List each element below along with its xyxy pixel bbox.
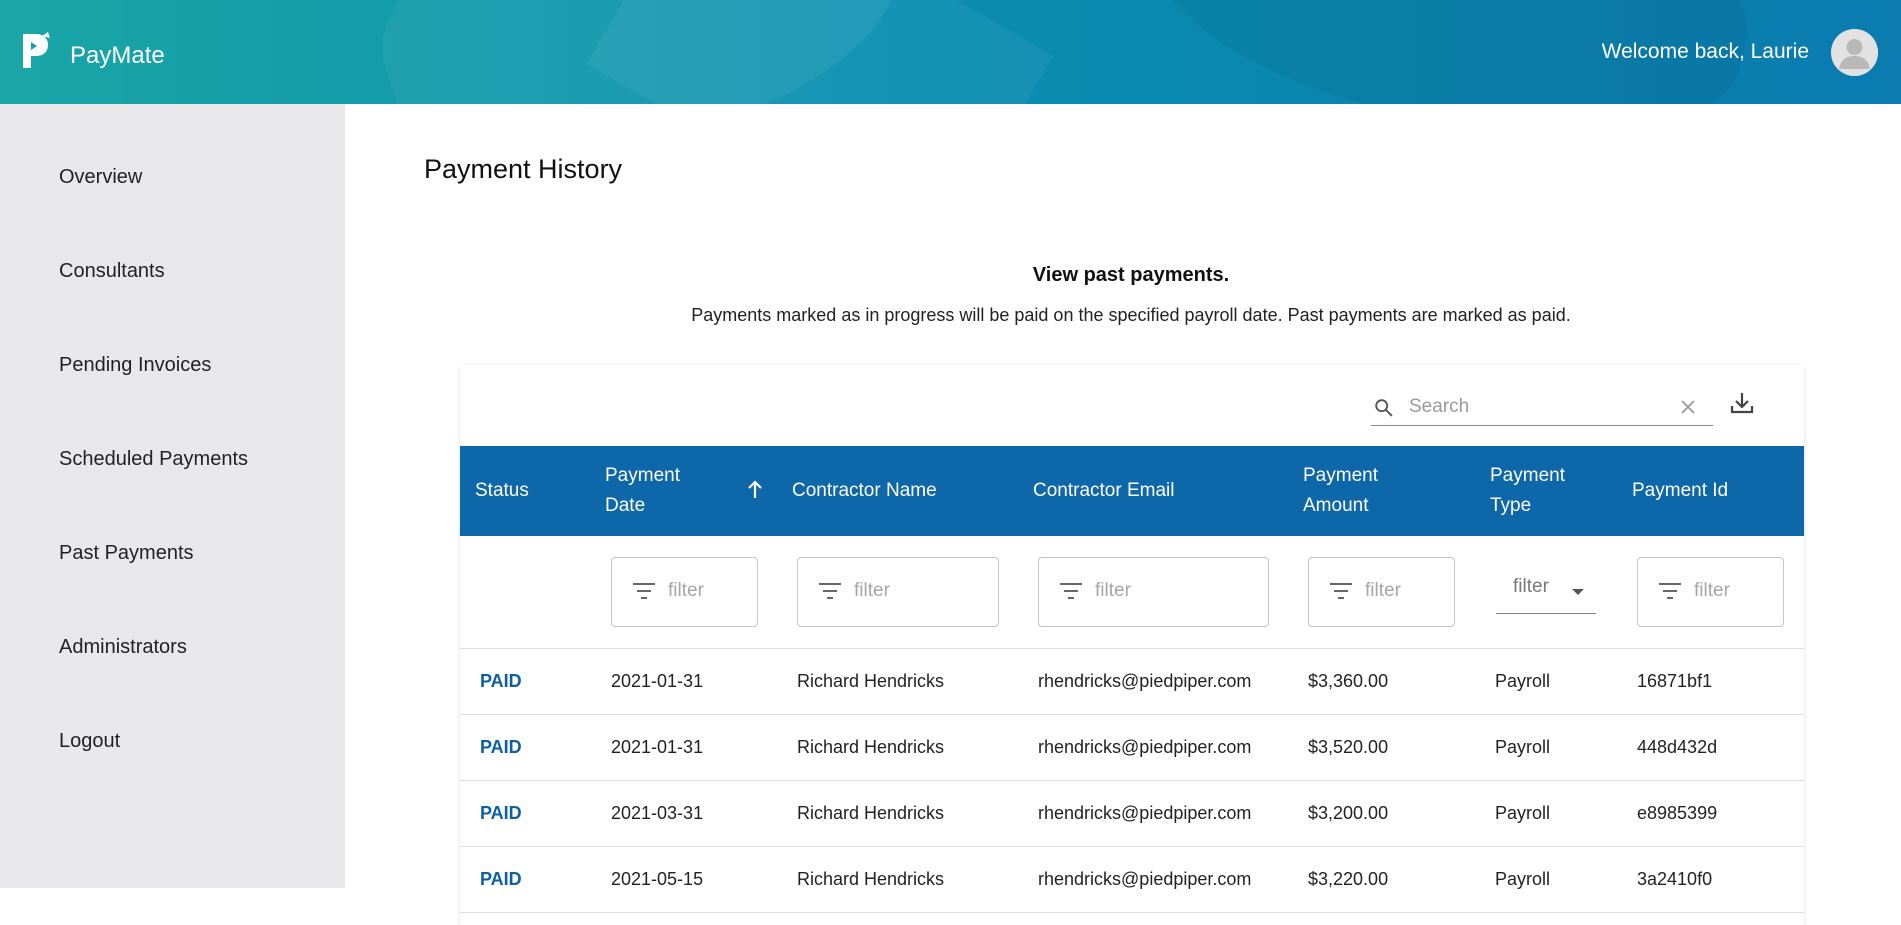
welcome-message: Welcome back, Laurie [1601,40,1809,63]
contractor-name-cell: Richard Hendricks [797,803,945,823]
top-bar: PayMate Welcome back, Laurie [0,0,1901,104]
table-row[interactable]: PAID 2021-03-31 Richard Hendricks rhendr… [460,781,1804,847]
contractor-name-cell: Richard Hendricks [797,737,945,757]
table-row[interactable]: PAID 2021-01-31 Richard Hendricks rhendr… [460,649,1804,715]
search-field[interactable] [1371,389,1713,426]
column-header-contractor-email[interactable]: Contractor Email [1033,476,1175,506]
filter-placeholder: filter [1095,580,1131,601]
payment-type-filter-select[interactable]: filter [1496,573,1596,614]
payment-date-filter[interactable]: filter [611,557,758,627]
payment-date-cell: 2021-03-31 [611,803,704,823]
table-row[interactable]: PAID 2021-01-31 Richard Hendricks rhendr… [460,715,1804,781]
filter-list-icon [1059,582,1083,605]
payments-table-card: Status PaymentDate Contractor Name Contr… [460,365,1804,925]
main-content: Payment History View past payments. Paym… [345,104,1901,925]
page-title: Payment History [424,154,623,184]
payment-id-cell: 448d432d [1637,737,1718,757]
filter-placeholder: filter [668,580,704,601]
payment-amount-cell: $3,360.00 [1308,671,1389,691]
status-link[interactable]: PAID [480,671,522,692]
payment-id-filter[interactable]: filter [1637,557,1784,627]
sidebar-item-administrators[interactable]: Administrators [59,636,187,659]
filter-placeholder: filter [1694,580,1730,601]
contractor-name-filter[interactable]: filter [797,557,999,627]
payment-id-cell: e8985399 [1637,803,1718,823]
close-icon[interactable] [1679,398,1697,421]
sidebar-item-consultants[interactable]: Consultants [59,260,165,283]
section-description: Payments marked as in progress will be p… [691,305,1571,325]
payment-amount-cell: $3,200.00 [1308,803,1389,823]
contractor-email-cell: rhendricks@piedpiper.com [1038,737,1252,757]
payment-type-cell: Payroll [1495,671,1551,691]
payment-type-cell: Payroll [1495,803,1551,823]
sidebar-item-logout[interactable]: Logout [59,730,120,753]
filter-row: filter filter filter filter filter filte… [460,536,1804,649]
filter-placeholder: filter [1513,576,1549,597]
section-heading: View past payments. [1032,264,1230,286]
contractor-email-cell: rhendricks@piedpiper.com [1038,869,1252,889]
contractor-name-cell: Richard Hendricks [797,869,945,889]
filter-list-icon [632,582,656,605]
payment-amount-cell: $3,220.00 [1308,869,1389,889]
sidebar-item-pending-invoices[interactable]: Pending Invoices [59,354,211,377]
payment-type-cell: Payroll [1495,737,1551,757]
status-link[interactable]: PAID [480,869,522,890]
download-icon[interactable] [1728,389,1756,422]
paymate-logo-icon[interactable] [20,32,52,72]
contractor-email-cell: rhendricks@piedpiper.com [1038,671,1252,691]
column-header-payment-type[interactable]: Payment Type [1490,461,1565,521]
payment-date-cell: 2021-01-31 [611,737,704,757]
filter-list-icon [1329,582,1353,605]
contractor-email-filter[interactable]: filter [1038,557,1269,627]
payment-date-cell: 2021-05-15 [611,869,704,889]
column-header-payment-date[interactable]: Payment Date [605,461,680,521]
sidebar: Overview Consultants Pending Invoices Sc… [0,104,345,888]
table-header: Status Payment Date Contractor Name Contr… [460,446,1804,536]
search-input[interactable] [1407,391,1671,423]
status-link[interactable]: PAID [480,737,522,758]
column-header-contractor-name[interactable]: Contractor Name [792,476,937,506]
app-name[interactable]: PayMate [70,42,165,70]
filter-list-icon [818,582,842,605]
sidebar-item-scheduled-payments[interactable]: Scheduled Payments [59,448,248,471]
header-decoration [586,0,1054,104]
column-header-status[interactable]: Status [475,476,529,506]
column-header-payment-id[interactable]: Payment Id [1632,476,1728,506]
payment-id-cell: 3a2410f0 [1637,869,1713,889]
payment-type-cell: Payroll [1495,869,1551,889]
column-header-payment-amount[interactable]: Payment Amount [1303,461,1378,521]
sidebar-item-overview[interactable]: Overview [59,166,142,189]
payment-amount-cell: $3,520.00 [1308,737,1389,757]
arrow-up-icon[interactable] [746,480,764,505]
payment-date-cell: 2021-01-31 [611,671,704,691]
user-avatar-icon[interactable] [1831,29,1878,76]
chevron-down-icon [1572,589,1584,595]
status-link[interactable]: PAID [480,803,522,824]
payment-amount-filter[interactable]: filter [1308,557,1455,627]
search-icon [1373,397,1395,424]
contractor-email-cell: rhendricks@piedpiper.com [1038,803,1252,823]
table-row[interactable]: PAID 2021-05-15 Richard Hendricks rhendr… [460,847,1804,913]
payment-id-cell: 16871bf1 [1637,671,1713,691]
filter-placeholder: filter [854,580,890,601]
sidebar-item-past-payments[interactable]: Past Payments [59,542,194,565]
contractor-name-cell: Richard Hendricks [797,671,945,691]
filter-list-icon [1658,582,1682,605]
filter-placeholder: filter [1365,580,1401,601]
